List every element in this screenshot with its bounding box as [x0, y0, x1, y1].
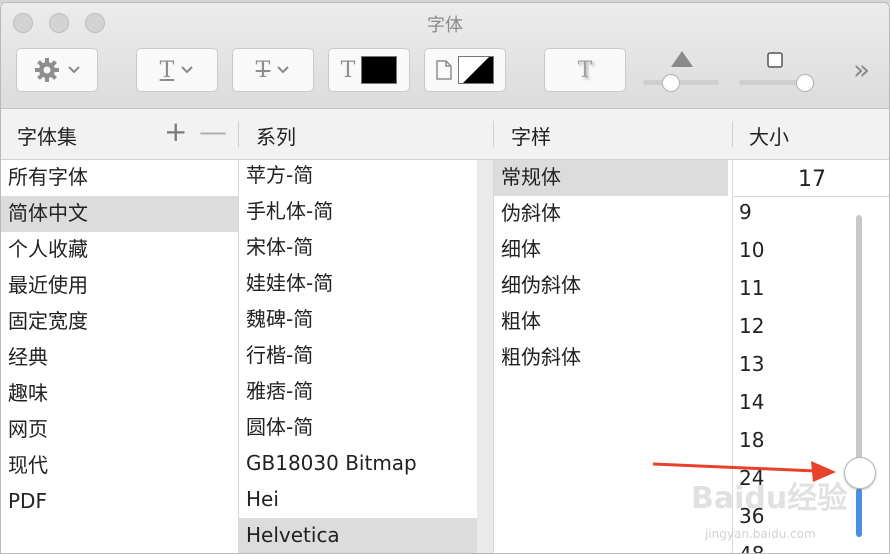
triangle-up-icon — [670, 50, 694, 72]
typeface-header: 字样 — [511, 125, 551, 149]
list-item[interactable]: Helvetica — [239, 518, 477, 553]
list-item[interactable]: GB18030 Bitmap — [239, 446, 477, 482]
list-item[interactable]: 10 — [739, 231, 764, 269]
document-color-swatch — [458, 56, 494, 84]
list-item[interactable]: 手札体-简 — [239, 194, 477, 230]
underline-menu-button[interactable]: T — [136, 48, 218, 92]
font-panel-window: 字体 T T T T » 字体集 + — 系列 字样 大小 所有字体 简体中文 … — [0, 2, 890, 554]
list-item[interactable]: 粗伪斜体 — [494, 340, 728, 376]
size-input[interactable]: 17 — [734, 162, 889, 197]
list-item[interactable]: 最近使用 — [1, 268, 238, 304]
list-item[interactable]: 18 — [739, 421, 764, 459]
column-header-row: 字体集 + — 系列 字样 大小 — [1, 109, 889, 160]
list-item[interactable]: 宋体-简 — [239, 230, 477, 266]
list-item[interactable]: 14 — [739, 383, 764, 421]
remove-collection-button[interactable]: — — [199, 117, 227, 147]
column-divider — [238, 121, 239, 147]
family-list: 苹方-简 手札体-简 宋体-简 娃娃体-简 魏碑-简 行楷-简 雅痞-简 圆体-… — [239, 160, 477, 553]
chevron-down-icon — [276, 65, 290, 75]
slider-knob[interactable] — [662, 74, 680, 92]
list-item[interactable]: 经典 — [1, 340, 238, 376]
size-slider-knob[interactable] — [844, 457, 876, 489]
strikethrough-icon: T — [255, 57, 271, 83]
red-arrow-annotation-icon — [651, 455, 841, 489]
text-color-swatch — [361, 56, 398, 84]
list-item[interactable]: 细伪斜体 — [494, 268, 728, 304]
list-item[interactable]: 11 — [739, 269, 764, 307]
list-item[interactable]: 苹方-简 — [239, 158, 477, 194]
column-divider — [732, 121, 733, 147]
list-item[interactable]: 常规体 — [494, 160, 728, 196]
strikethrough-menu-button[interactable]: T — [232, 48, 314, 92]
add-collection-button[interactable]: + — [164, 117, 187, 147]
list-scroll-gutter — [477, 160, 493, 553]
family-header: 系列 — [256, 125, 296, 149]
list-item[interactable]: Hei — [239, 482, 477, 518]
list-item[interactable]: 13 — [739, 345, 764, 383]
list-item[interactable]: 现代 — [1, 448, 238, 484]
chevron-down-icon — [180, 65, 194, 75]
text-color-icon: T — [340, 57, 356, 83]
document-color-button[interactable] — [424, 48, 506, 92]
text-color-button[interactable]: T — [328, 48, 410, 92]
size-header: 大小 — [749, 125, 789, 149]
list-item[interactable]: PDF — [1, 484, 238, 520]
list-item[interactable]: 所有字体 — [1, 160, 238, 196]
list-item[interactable]: 雅痞-简 — [239, 374, 477, 410]
list-item[interactable]: 9 — [739, 193, 752, 231]
slider-track — [643, 80, 719, 85]
action-menu-button[interactable] — [16, 48, 98, 92]
underline-icon: T — [159, 57, 175, 83]
text-shadow-icon: T — [577, 57, 593, 83]
titlebar: 字体 T T T T » — [1, 3, 889, 109]
list-item[interactable]: 12 — [739, 307, 764, 345]
chevron-down-icon — [67, 65, 81, 75]
list-item[interactable]: 圆体-简 — [239, 410, 477, 446]
overflow-chevron-icon[interactable]: » — [853, 53, 870, 86]
watermark-url: jingyan.baidu.com — [705, 527, 816, 541]
list-item[interactable]: 娃娃体-简 — [239, 266, 477, 302]
list-item[interactable]: 简体中文 — [1, 196, 238, 232]
gear-icon — [33, 56, 61, 84]
slider-knob[interactable] — [796, 74, 814, 92]
text-shadow-button[interactable]: T — [544, 48, 626, 92]
collections-header: 字体集 — [17, 125, 77, 149]
list-item[interactable]: 伪斜体 — [494, 196, 728, 232]
size-slider-fill — [856, 489, 862, 537]
list-item[interactable]: 网页 — [1, 412, 238, 448]
column-divider — [493, 121, 494, 147]
document-icon — [436, 60, 452, 80]
list-item[interactable]: 细体 — [494, 232, 728, 268]
list-item[interactable]: 粗体 — [494, 304, 728, 340]
list-item[interactable]: 个人收藏 — [1, 232, 238, 268]
list-item[interactable]: 魏碑-简 — [239, 302, 477, 338]
list-item[interactable]: 趣味 — [1, 376, 238, 412]
list-item[interactable]: 行楷-简 — [239, 338, 477, 374]
square-icon — [766, 51, 784, 73]
window-title: 字体 — [427, 15, 463, 36]
collections-list: 所有字体 简体中文 个人收藏 最近使用 固定宽度 经典 趣味 网页 现代 PDF — [1, 160, 238, 553]
list-item[interactable]: 固定宽度 — [1, 304, 238, 340]
